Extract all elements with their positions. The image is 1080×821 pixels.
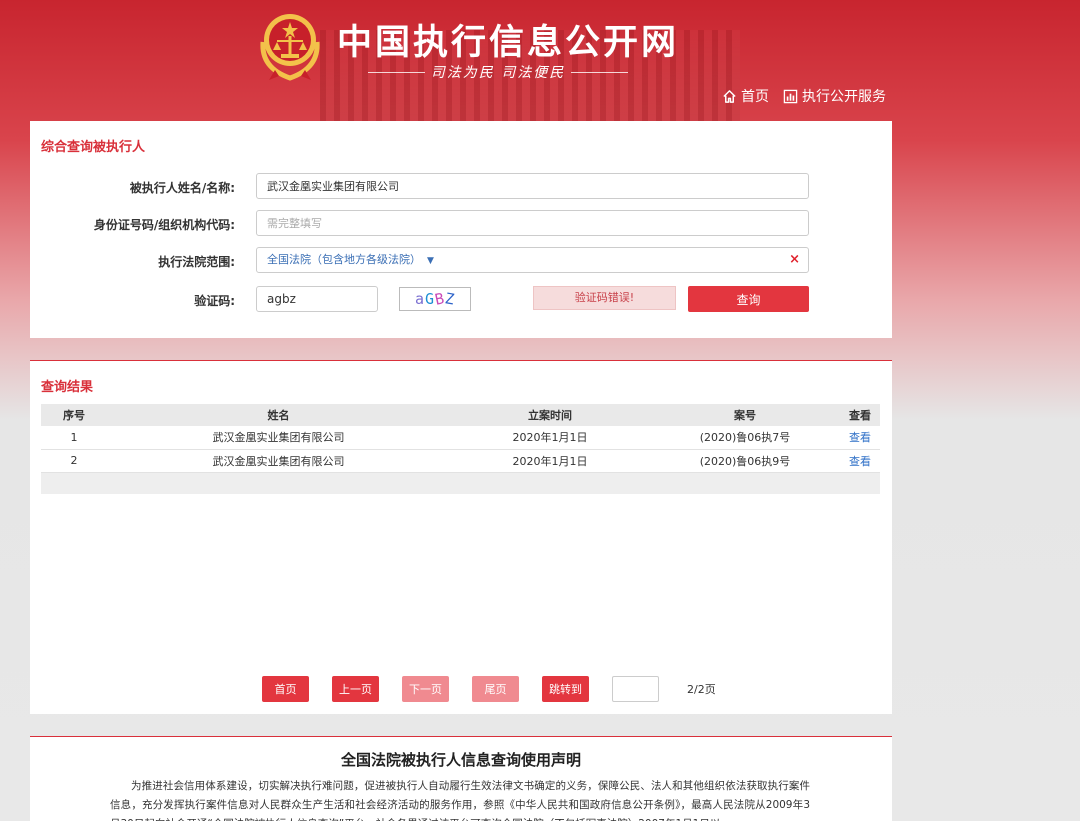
captcha-input[interactable] bbox=[256, 286, 378, 312]
chart-icon bbox=[783, 89, 798, 103]
captcha-row: 验证码: a G B Z 验证码错误! 查询 bbox=[30, 286, 892, 312]
query-button[interactable]: 查询 bbox=[688, 286, 809, 312]
id-label: 身份证号码/组织机构代码: bbox=[93, 218, 235, 232]
site-title: 中国执行信息公开网 bbox=[337, 23, 680, 63]
national-court-emblem-icon bbox=[260, 14, 320, 81]
first-page-button[interactable]: 首页 bbox=[262, 676, 309, 702]
captcha-image[interactable]: a G B Z bbox=[399, 287, 471, 311]
nav-execution-service-label: 执行公开服务 bbox=[802, 89, 886, 105]
court-range-value: 全国法院（包含地方各级法院） bbox=[267, 253, 421, 266]
name-input[interactable] bbox=[256, 173, 809, 199]
name-row: 被执行人姓名/名称: bbox=[30, 173, 892, 199]
result-section-title: 查询结果 bbox=[41, 380, 94, 395]
clear-icon[interactable]: × bbox=[789, 248, 800, 272]
id-row: 身份证号码/组织机构代码: bbox=[30, 210, 892, 236]
court-range-select[interactable]: 全国法院（包含地方各级法院） ▼ × bbox=[256, 247, 809, 273]
search-panel: 综合查询被执行人 被执行人姓名/名称: 身份证号码/组织机构代码: 执行法院范围… bbox=[30, 121, 892, 338]
row-case: (2020)鲁06执7号 bbox=[650, 426, 840, 450]
result-panel: 查询结果 序号 姓名 立案时间 案号 查看 1 武汉金凰实业集团有限公司 202… bbox=[30, 360, 892, 714]
row-name: 武汉金凰实业集团有限公司 bbox=[107, 426, 450, 450]
col-header-no: 序号 bbox=[41, 404, 107, 426]
nav-execution-service[interactable]: 执行公开服务 bbox=[783, 86, 886, 106]
col-header-date: 立案时间 bbox=[450, 404, 650, 426]
nav-home-label: 首页 bbox=[741, 89, 769, 105]
site-slogan: 司法为民 司法便民 bbox=[368, 62, 629, 82]
prev-page-button[interactable]: 上一页 bbox=[332, 676, 379, 702]
notice-panel: 全国法院被执行人信息查询使用声明 为推进社会信用体系建设，切实解决执行难问题，促… bbox=[30, 736, 892, 821]
search-section-title: 综合查询被执行人 bbox=[41, 140, 146, 155]
col-header-case: 案号 bbox=[650, 404, 840, 426]
page-info: 2/2页 bbox=[687, 683, 716, 696]
table-row: 2 武汉金凰实业集团有限公司 2020年1月1日 (2020)鲁06执9号 查看 bbox=[41, 449, 880, 473]
row-name: 武汉金凰实业集团有限公司 bbox=[107, 449, 450, 473]
slogan-line-left bbox=[368, 71, 425, 73]
court-row: 执行法院范围: 全国法院（包含地方各级法院） ▼ × bbox=[30, 247, 892, 273]
jump-to-button[interactable]: 跳转到 bbox=[542, 676, 589, 702]
row-date: 2020年1月1日 bbox=[450, 449, 650, 473]
next-page-button[interactable]: 下一页 bbox=[402, 676, 449, 702]
slogan-line-right bbox=[571, 71, 629, 73]
caret-down-icon: ▼ bbox=[427, 256, 434, 266]
col-header-view: 查看 bbox=[840, 404, 880, 426]
page-number-input[interactable] bbox=[612, 676, 659, 702]
view-link[interactable]: 查看 bbox=[849, 455, 871, 468]
table-row: 1 武汉金凰实业集团有限公司 2020年1月1日 (2020)鲁06执7号 查看 bbox=[41, 426, 880, 450]
captcha-label: 验证码: bbox=[194, 294, 235, 308]
row-no: 2 bbox=[41, 449, 107, 473]
nav-home[interactable]: 首页 bbox=[722, 86, 769, 106]
view-link[interactable]: 查看 bbox=[849, 431, 871, 444]
result-table: 序号 姓名 立案时间 案号 查看 1 武汉金凰实业集团有限公司 2020年1月1… bbox=[41, 404, 880, 494]
col-header-name: 姓名 bbox=[107, 404, 450, 426]
court-label: 执行法院范围: bbox=[158, 255, 235, 269]
name-label: 被执行人姓名/名称: bbox=[129, 181, 235, 195]
pagination: 首页 上一页 下一页 尾页 跳转到 2/2页 bbox=[262, 676, 716, 702]
home-icon bbox=[723, 89, 736, 103]
slogan-text: 司法为民 司法便民 bbox=[430, 65, 566, 81]
notice-title: 全国法院被执行人信息查询使用声明 bbox=[340, 751, 581, 769]
last-page-button[interactable]: 尾页 bbox=[472, 676, 519, 702]
site-header: 中国执行信息公开网 司法为民 司法便民 首页 执行公开服务 bbox=[0, 0, 1080, 122]
table-empty-row bbox=[41, 472, 880, 494]
notice-body: 为推进社会信用体系建设，切实解决执行难问题，促进被执行人自动履行生效法律文书确定… bbox=[110, 780, 810, 821]
row-case: (2020)鲁06执9号 bbox=[650, 449, 840, 473]
id-number-input[interactable] bbox=[256, 210, 809, 236]
row-no: 1 bbox=[41, 426, 107, 450]
top-nav: 首页 执行公开服务 bbox=[722, 86, 886, 106]
row-date: 2020年1月1日 bbox=[450, 426, 650, 450]
captcha-error-badge: 验证码错误! bbox=[533, 286, 676, 310]
table-header-row: 序号 姓名 立案时间 案号 查看 bbox=[41, 404, 880, 426]
